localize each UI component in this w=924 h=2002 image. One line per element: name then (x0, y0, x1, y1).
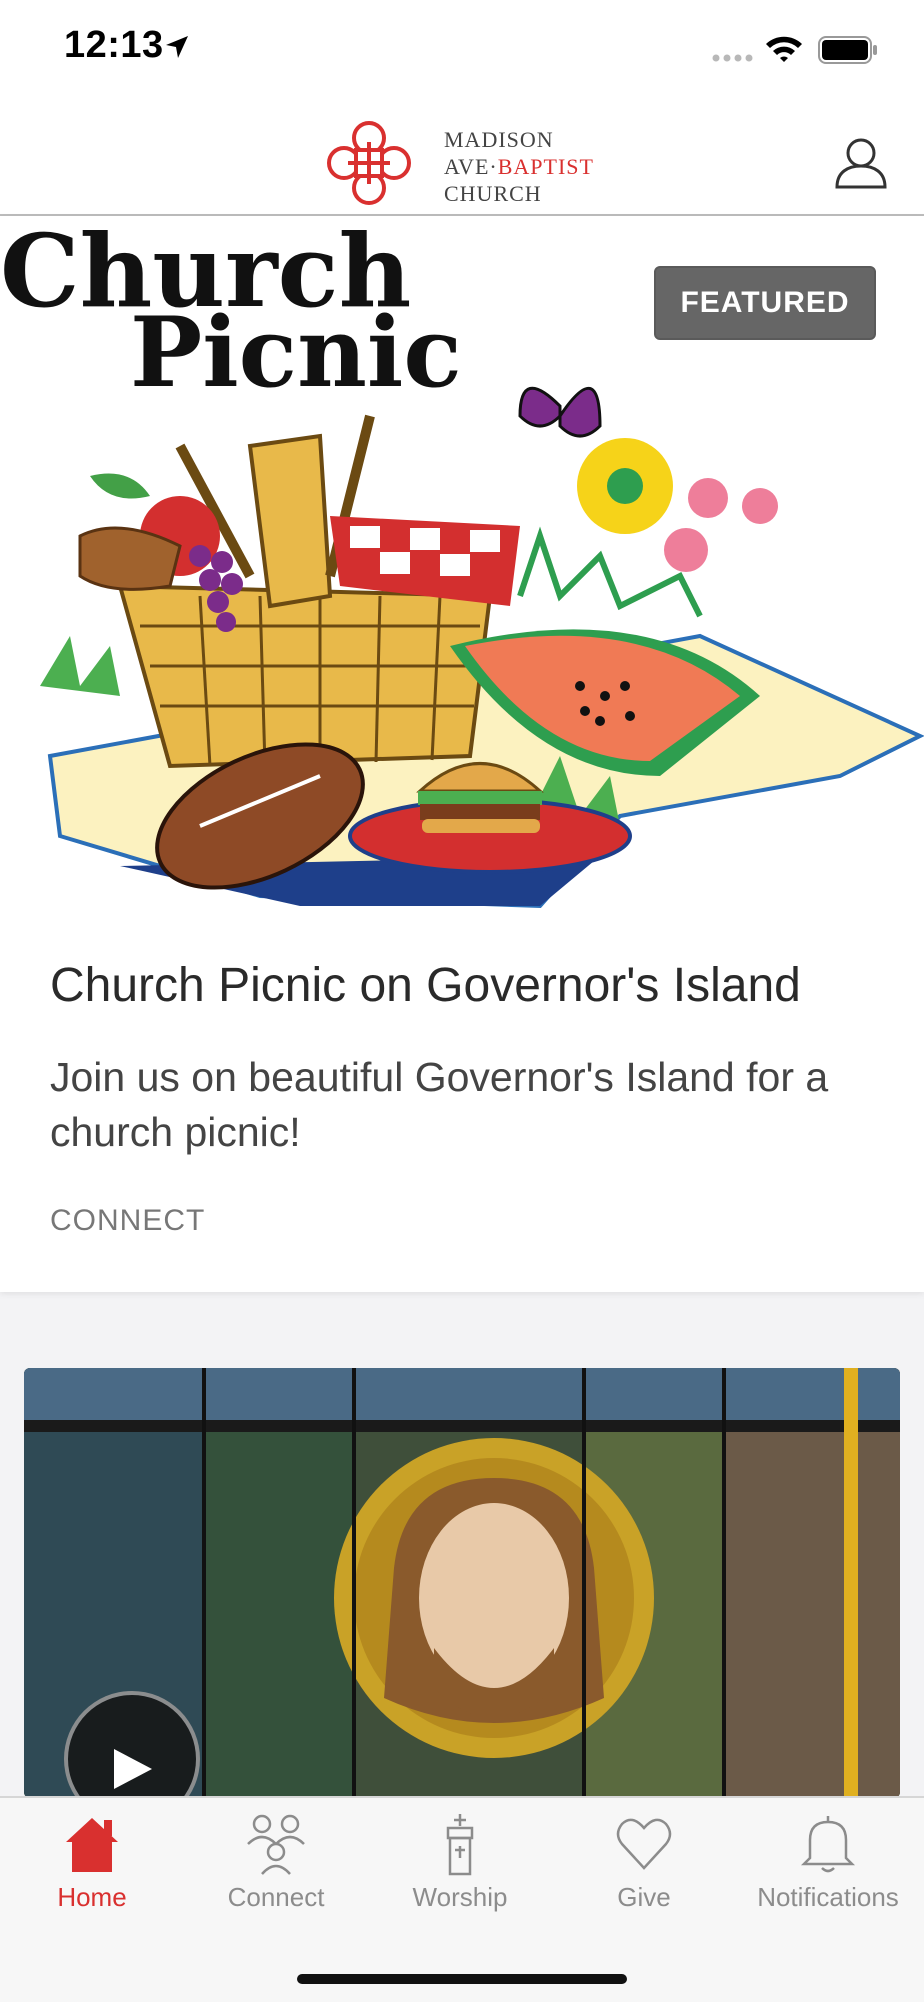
logo-wordmark: MADISON AVE·BAPTIST CHURCH (444, 126, 594, 207)
wifi-icon (766, 36, 802, 62)
tab-give-label: Give (617, 1882, 671, 1912)
status-bar: 12:13 (0, 0, 924, 96)
tab-give[interactable]: Give (552, 1798, 736, 1938)
profile-icon[interactable] (834, 136, 888, 190)
tab-notifications[interactable]: Notifications (736, 1798, 920, 1938)
image-title-line-2: Picnic (130, 296, 462, 409)
tab-bar: Home Connect Worship Give Notifications (0, 1796, 924, 2002)
featured-event-card[interactable]: Church Picnic FEATURED Church Picnic on … (0, 216, 924, 1292)
event-category: CONNECT (50, 1204, 206, 1237)
tab-connect[interactable]: Connect (184, 1798, 368, 1938)
play-button[interactable] (64, 1691, 200, 1798)
logo-line-2: AVE·BAPTIST (444, 153, 594, 180)
signal-icon (712, 54, 753, 62)
app-header: MADISON AVE·BAPTIST CHURCH (0, 96, 924, 216)
home-icon (66, 1818, 118, 1872)
tab-home[interactable]: Home (0, 1798, 184, 1938)
logo-line-3: CHURCH (444, 181, 542, 206)
church-logo[interactable]: MADISON AVE·BAPTIST CHURCH (326, 120, 626, 206)
event-hero-image: Church Picnic FEATURED (0, 216, 924, 912)
logo-line-2b: BAPTIST (497, 154, 594, 179)
cross-logo-icon (327, 121, 411, 205)
event-description: Join us on beautiful Governor's Island f… (50, 1054, 829, 1155)
home-indicator (297, 1974, 627, 1984)
logo-line-1: MADISON (444, 127, 554, 152)
play-icon (114, 1749, 152, 1789)
featured-badge: FEATURED (654, 266, 876, 340)
bell-icon (800, 1816, 856, 1873)
tab-worship[interactable]: Worship (368, 1798, 552, 1938)
tab-worship-label: Worship (412, 1882, 508, 1912)
location-arrow-icon (166, 36, 188, 58)
heart-icon (616, 1818, 672, 1870)
tab-notifications-label: Notifications (757, 1882, 899, 1912)
tab-connect-label: Connect (227, 1882, 325, 1912)
people-icon (247, 1814, 305, 1875)
tab-home-label: Home (57, 1882, 127, 1912)
steeple-icon (446, 1814, 474, 1876)
logo-line-2a: AVE· (444, 154, 498, 179)
sermon-video-card[interactable] (24, 1368, 900, 1798)
battery-icon (818, 36, 877, 64)
event-title[interactable]: Church Picnic on Governor's Island (50, 958, 801, 1013)
status-time: 12:13 (64, 24, 164, 66)
